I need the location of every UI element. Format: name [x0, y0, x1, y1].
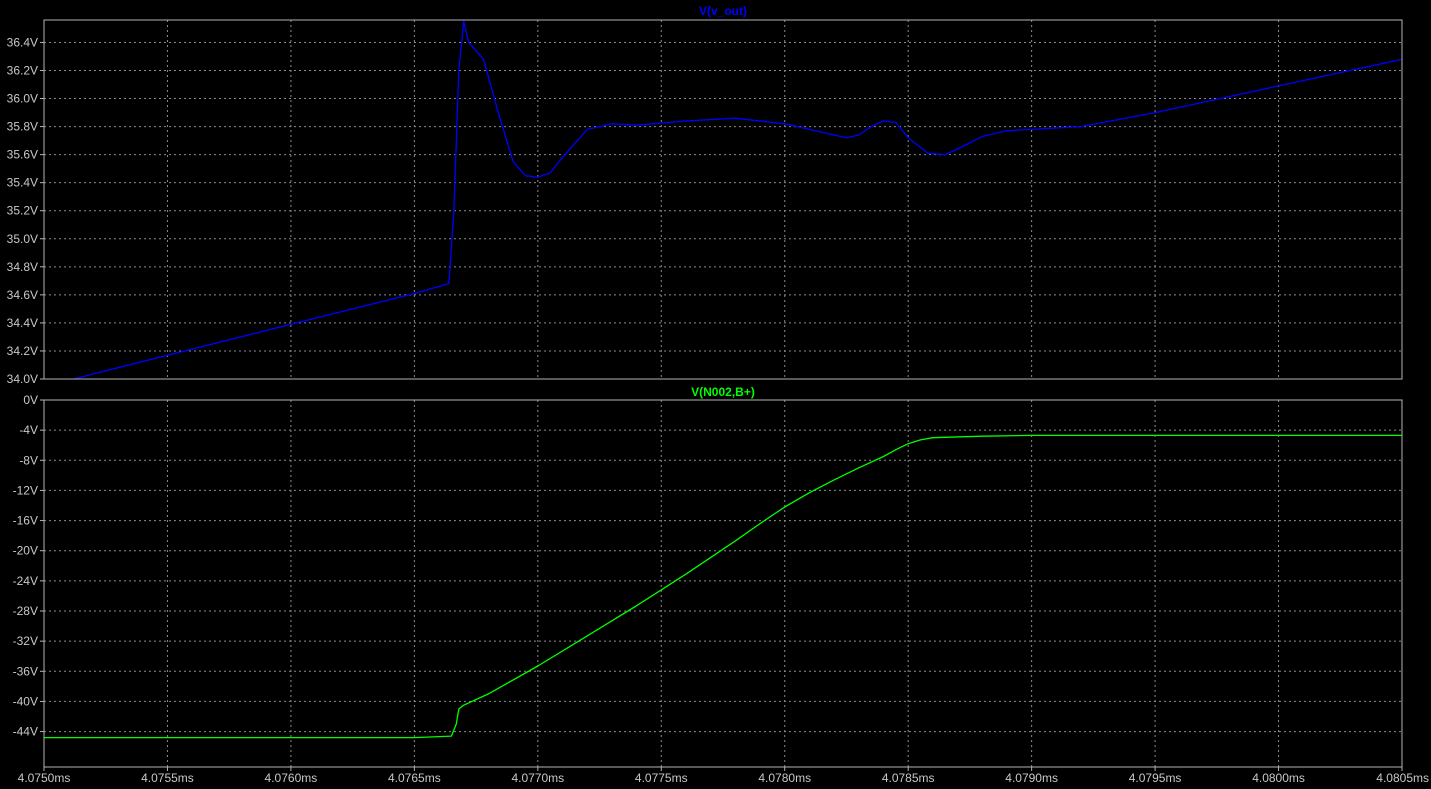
y-tick-label: 34.2V	[7, 344, 38, 358]
x-tick-label: 4.0760ms	[265, 771, 318, 785]
y-tick-label: -44V	[13, 725, 38, 739]
y-tick-label: -4V	[19, 423, 38, 437]
y-tick-label: -20V	[13, 544, 38, 558]
y-tick-label: 34.4V	[7, 316, 38, 330]
trace-title-v-n002-b[interactable]: V(N002,B+)	[691, 385, 755, 399]
x-tick-label: 4.0800ms	[1252, 771, 1305, 785]
y-tick-label: 34.8V	[7, 260, 38, 274]
y-tick-label: 35.6V	[7, 148, 38, 162]
y-tick-label: -40V	[13, 694, 38, 708]
y-tick-label: 34.6V	[7, 288, 38, 302]
y-tick-label: -24V	[13, 574, 38, 588]
y-tick-label: -36V	[13, 664, 38, 678]
y-tick-label: 35.0V	[7, 232, 38, 246]
trace-title-v-out[interactable]: V(v_out)	[699, 4, 747, 18]
y-tick-label: -32V	[13, 634, 38, 648]
y-tick-label: -12V	[13, 483, 38, 497]
y-tick-label: 35.2V	[7, 204, 38, 218]
y-tick-label: 36.4V	[7, 35, 38, 49]
x-tick-label: 4.0805ms	[1376, 771, 1429, 785]
x-tick-label: 4.0780ms	[758, 771, 811, 785]
y-tick-label: 35.8V	[7, 120, 38, 134]
x-tick-label: 4.0790ms	[1005, 771, 1058, 785]
y-tick-label: 35.4V	[7, 176, 38, 190]
x-tick-label: 4.0785ms	[882, 771, 935, 785]
y-tick-label: 34.0V	[7, 372, 38, 386]
x-tick-label: 4.0795ms	[1129, 771, 1182, 785]
y-tick-label: -28V	[13, 604, 38, 618]
y-tick-label: 36.0V	[7, 92, 38, 106]
x-tick-label: 4.0775ms	[635, 771, 688, 785]
y-tick-label: 36.2V	[7, 63, 38, 77]
y-tick-label: -8V	[19, 453, 38, 467]
y-tick-label: -16V	[13, 514, 38, 528]
x-tick-label: 4.0750ms	[18, 771, 71, 785]
x-tick-label: 4.0770ms	[511, 771, 564, 785]
waveform-viewer[interactable]: V(v_out) 34.0V 34.2V 34.4V 34.6V 34.8V 35.0V 3…	[0, 0, 1431, 789]
x-tick-label: 4.0765ms	[388, 771, 441, 785]
y-tick-label: 0V	[23, 393, 38, 407]
x-tick-label: 4.0755ms	[141, 771, 194, 785]
